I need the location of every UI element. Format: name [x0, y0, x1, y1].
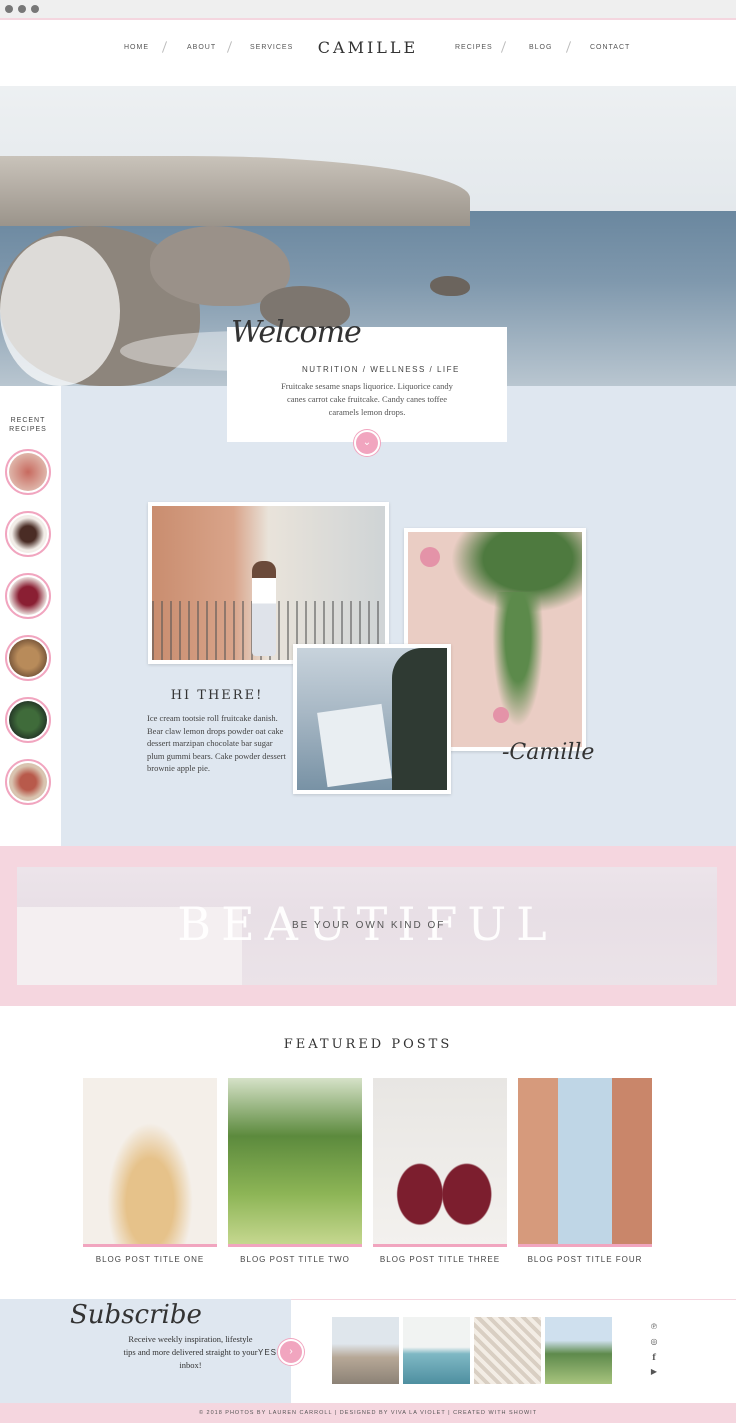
nav-item-blog[interactable]: BLOG — [529, 44, 552, 51]
post-image[interactable] — [518, 1078, 652, 1244]
subscribe-yes-label[interactable]: YES! — [258, 1348, 280, 1357]
main-nav: HOME ABOUT SERVICES CAMILLE RECIPES BLOG… — [0, 20, 736, 86]
welcome-body: Fruitcake sesame snaps liquorice. Liquor… — [281, 381, 453, 417]
subscribe-button[interactable]: › — [278, 1339, 304, 1365]
chevron-down-icon: ⌄ — [362, 437, 372, 448]
recent-title-line: RECENT — [10, 417, 46, 424]
instagram-icon[interactable]: ◎ — [648, 1337, 660, 1346]
post-accent-bar — [83, 1244, 217, 1247]
hero-rock — [430, 276, 470, 296]
instagram-photo[interactable] — [403, 1317, 470, 1384]
signature: -Camille — [502, 740, 595, 765]
recent-recipes-sidebar: RECENT RECIPES — [0, 386, 61, 846]
window-dot-icon[interactable] — [31, 5, 39, 13]
footer-credits: © 2018 PHOTOS BY LAUREN CARROLL | DESIGN… — [0, 1403, 736, 1423]
featured-post[interactable]: BLOG POST TITLE THREE — [373, 1078, 507, 1264]
welcome-script: Welcome — [231, 315, 362, 350]
featured-post[interactable]: BLOG POST TITLE TWO — [228, 1078, 362, 1264]
youtube-icon[interactable]: ▶ — [648, 1367, 660, 1376]
post-accent-bar — [373, 1244, 507, 1247]
post-accent-bar — [518, 1244, 652, 1247]
recipe-thumb[interactable] — [5, 635, 51, 681]
post-accent-bar — [228, 1244, 362, 1247]
photo-painting — [293, 644, 451, 794]
post-title[interactable]: BLOG POST TITLE TWO — [228, 1255, 362, 1264]
pinterest-icon[interactable]: ℗ — [648, 1322, 660, 1331]
featured-post[interactable]: BLOG POST TITLE FOUR — [518, 1078, 652, 1264]
chevron-right-icon: › — [289, 1346, 293, 1357]
banner-small-text: BE YOUR OWN KIND OF — [292, 920, 446, 931]
instagram-photo[interactable] — [332, 1317, 399, 1384]
recipe-thumb[interactable] — [5, 697, 51, 743]
scroll-down-button[interactable]: ⌄ — [354, 430, 380, 456]
post-title[interactable]: BLOG POST TITLE ONE — [83, 1255, 217, 1264]
recent-title-line: RECIPES — [9, 426, 47, 433]
recipe-thumb[interactable] — [5, 511, 51, 557]
recipe-thumb[interactable] — [5, 573, 51, 619]
post-title[interactable]: BLOG POST TITLE THREE — [373, 1255, 507, 1264]
instagram-photo[interactable] — [545, 1317, 612, 1384]
about-title: HI THERE! — [170, 688, 264, 703]
welcome-card: Welcome NUTRITION / WELLNESS / LIFE Frui… — [227, 315, 507, 442]
post-image[interactable] — [83, 1078, 217, 1244]
hero-wave-splash — [0, 236, 120, 386]
featured-posts-title: FEATURED POSTS — [283, 1037, 453, 1052]
window-dot-icon[interactable] — [5, 5, 13, 13]
recent-recipes-title: RECENT RECIPES — [0, 416, 56, 434]
post-image[interactable] — [228, 1078, 362, 1244]
about-body: Ice cream tootsie roll fruitcake danish.… — [147, 713, 286, 773]
recipe-thumb[interactable] — [5, 449, 51, 495]
window-dot-icon[interactable] — [18, 5, 26, 13]
photo-venice-bridge — [148, 502, 389, 664]
post-image[interactable] — [373, 1078, 507, 1244]
browser-chrome — [0, 0, 736, 18]
beautiful-banner: BEAUTIFUL BE YOUR OWN KIND OF — [17, 867, 717, 985]
nav-item-contact[interactable]: CONTACT — [590, 44, 630, 51]
nav-item-recipes[interactable]: RECIPES — [455, 44, 493, 51]
featured-post[interactable]: BLOG POST TITLE ONE — [83, 1078, 217, 1264]
instagram-photo[interactable] — [474, 1317, 541, 1384]
facebook-icon[interactable]: f — [648, 1352, 660, 1362]
subscribe-script: Subscribe — [70, 1300, 202, 1330]
recipe-thumb[interactable] — [5, 759, 51, 805]
welcome-tagline: NUTRITION / WELLNESS / LIFE — [302, 365, 460, 374]
subscribe-text: Receive weekly inspiration, lifestyle ti… — [123, 1334, 258, 1370]
post-title[interactable]: BLOG POST TITLE FOUR — [518, 1255, 652, 1264]
